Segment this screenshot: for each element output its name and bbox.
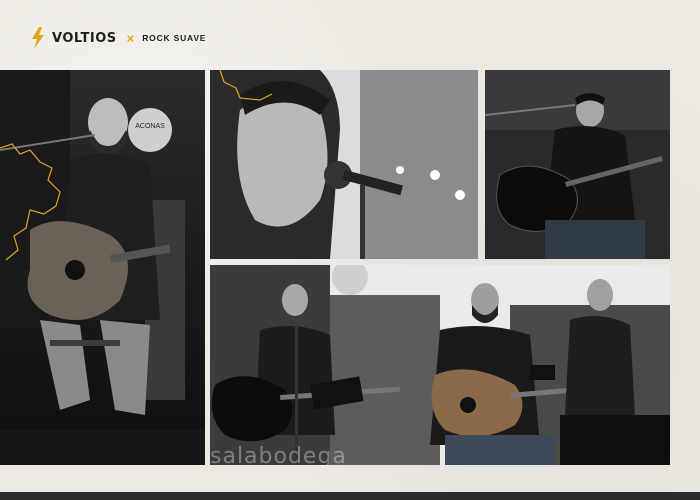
separator: ×	[126, 30, 135, 46]
brand-name: VOLTIOS	[52, 30, 117, 46]
photo-singer-closeup	[210, 70, 478, 259]
photo-trio-on-stage	[210, 265, 670, 465]
lightning-bolt-icon	[32, 27, 44, 49]
photo-seated-guitarist	[485, 70, 670, 259]
sign-text: ACONAS	[135, 123, 165, 130]
venue-watermark: salabodega	[210, 444, 347, 469]
header: VOLTIOS × ROCK SUAVE	[30, 26, 206, 50]
bottom-bar	[0, 492, 700, 500]
partner-name: ROCK SUAVE	[142, 33, 207, 43]
decorative-map-outline	[0, 143, 61, 261]
